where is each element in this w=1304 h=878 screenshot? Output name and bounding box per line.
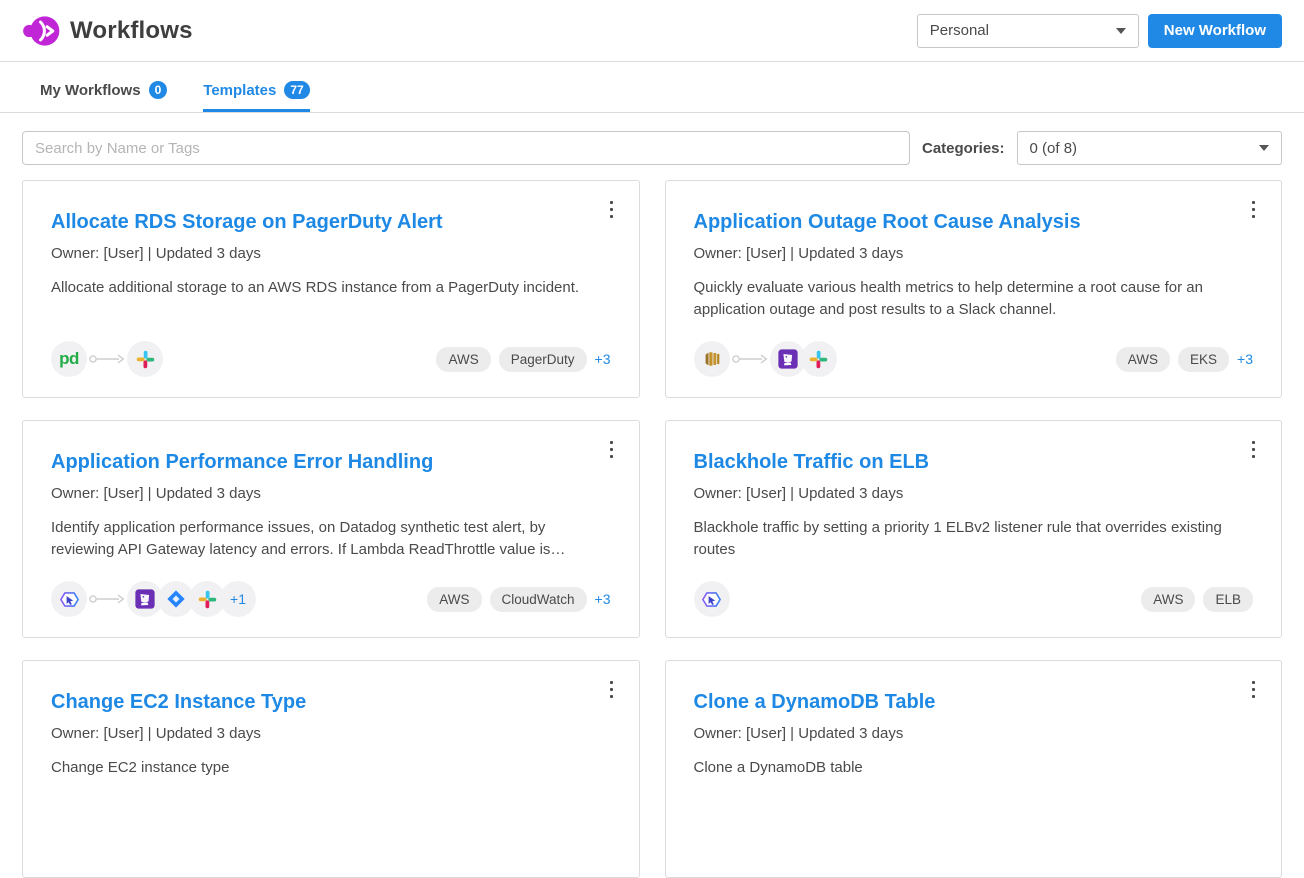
workflow-title-link[interactable]: Change EC2 Instance Type: [51, 691, 306, 713]
tag-pill[interactable]: CloudWatch: [490, 587, 587, 612]
workflow-title-link[interactable]: Clone a DynamoDB Table: [694, 691, 936, 713]
workflow-title-link[interactable]: Application Outage Root Cause Analysis: [694, 211, 1081, 233]
workflow-card-footer: AWS ELB: [694, 581, 1254, 617]
tab-my-workflows[interactable]: My Workflows 0: [40, 81, 167, 112]
workflow-tags: AWS PagerDuty +3: [436, 347, 610, 372]
workspace-dropdown[interactable]: Personal: [917, 14, 1139, 48]
kebab-menu-button[interactable]: [1248, 437, 1259, 462]
page-title: Workflows: [70, 17, 193, 45]
flow-arrow-icon: [88, 592, 126, 606]
workflow-card-footer: AWS EKS +3: [694, 341, 1254, 377]
tab-my-workflows-count-badge: 0: [149, 81, 168, 99]
workflow-card: Blackhole Traffic on ELB Owner: [User] |…: [665, 420, 1283, 638]
workflow-meta: Owner: [User] | Updated 3 days: [51, 725, 611, 742]
tab-my-workflows-label: My Workflows: [40, 82, 141, 99]
filter-bar: Categories: 0 (of 8): [22, 131, 1282, 165]
workspace-dropdown-value: Personal: [930, 22, 989, 39]
workflow-description: Clone a DynamoDB table: [694, 757, 1254, 779]
chevron-down-icon: [1116, 28, 1126, 34]
tag-pill[interactable]: PagerDuty: [499, 347, 587, 372]
manual-trigger-icon: [694, 581, 730, 617]
workflow-step-icons: +1: [51, 581, 256, 617]
slack-icon: [801, 341, 837, 377]
workflow-meta: Owner: [User] | Updated 3 days: [694, 485, 1254, 502]
top-bar: Workflows Personal New Workflow: [0, 0, 1304, 62]
kebab-menu-button[interactable]: [606, 437, 617, 462]
workflow-tags: AWS EKS +3: [1116, 347, 1253, 372]
workflow-step-icons: pd: [51, 341, 163, 377]
search-input[interactable]: [22, 131, 910, 165]
categories-dropdown[interactable]: 0 (of 8): [1017, 131, 1282, 165]
tag-pill[interactable]: ELB: [1203, 587, 1253, 612]
new-workflow-button[interactable]: New Workflow: [1148, 14, 1282, 48]
cloudwatch-icon: [694, 341, 730, 377]
workflow-title-link[interactable]: Blackhole Traffic on ELB: [694, 451, 930, 473]
workflow-card: Application Outage Root Cause Analysis O…: [665, 180, 1283, 398]
chevron-down-icon: [1259, 145, 1269, 151]
workflow-card-footer: pd AWS PagerDuty +3: [51, 341, 611, 377]
tag-pill[interactable]: AWS: [1116, 347, 1170, 372]
tag-pill[interactable]: EKS: [1178, 347, 1229, 372]
workflow-step-icons: [694, 341, 837, 377]
slack-icon: [127, 341, 163, 377]
tag-pill[interactable]: AWS: [436, 347, 490, 372]
workflow-meta: Owner: [User] | Updated 3 days: [51, 485, 611, 502]
extra-steps-badge[interactable]: +1: [220, 581, 256, 617]
more-tags-link[interactable]: +3: [595, 591, 611, 607]
manual-trigger-icon: [51, 581, 87, 617]
workflow-title-link[interactable]: Application Performance Error Handling: [51, 451, 433, 473]
tag-pill[interactable]: AWS: [427, 587, 481, 612]
workflow-description: Allocate additional storage to an AWS RD…: [51, 277, 611, 299]
app-logo-icon: [22, 15, 60, 47]
workflow-card: Application Performance Error Handling O…: [22, 420, 640, 638]
more-tags-link[interactable]: +3: [595, 351, 611, 367]
categories-dropdown-value: 0 (of 8): [1030, 140, 1078, 157]
tab-templates[interactable]: Templates 77: [203, 81, 309, 112]
flow-arrow-icon: [731, 352, 769, 366]
tab-bar: My Workflows 0 Templates 77: [0, 62, 1304, 113]
tab-templates-label: Templates: [203, 82, 276, 99]
pagerduty-icon: pd: [51, 341, 87, 377]
kebab-menu-button[interactable]: [1248, 197, 1259, 222]
workflow-card-grid: Allocate RDS Storage on PagerDuty Alert …: [22, 180, 1282, 878]
tag-pill[interactable]: AWS: [1141, 587, 1195, 612]
workflow-meta: Owner: [User] | Updated 3 days: [694, 245, 1254, 262]
workflow-step-icons: [694, 581, 730, 617]
workflow-meta: Owner: [User] | Updated 3 days: [51, 245, 611, 262]
kebab-menu-button[interactable]: [1248, 677, 1259, 702]
workflow-meta: Owner: [User] | Updated 3 days: [694, 725, 1254, 742]
more-tags-link[interactable]: +3: [1237, 351, 1253, 367]
kebab-menu-button[interactable]: [606, 197, 617, 222]
workflow-tags: AWS CloudWatch +3: [427, 587, 610, 612]
tab-templates-count-badge: 77: [284, 81, 309, 99]
workflow-card: Clone a DynamoDB Table Owner: [User] | U…: [665, 660, 1283, 878]
workflow-tags: AWS ELB: [1141, 587, 1253, 612]
workflow-description: Blackhole traffic by setting a priority …: [694, 517, 1254, 561]
kebab-menu-button[interactable]: [606, 677, 617, 702]
workflow-description: Quickly evaluate various health metrics …: [694, 277, 1254, 321]
categories-label: Categories:: [922, 140, 1005, 157]
workflow-description: Identify application performance issues,…: [51, 517, 611, 561]
workflow-card-footer: +1 AWS CloudWatch +3: [51, 581, 611, 617]
flow-arrow-icon: [88, 352, 126, 366]
workflow-description: Change EC2 instance type: [51, 757, 611, 779]
brand: Workflows: [22, 15, 193, 47]
workflow-title-link[interactable]: Allocate RDS Storage on PagerDuty Alert: [51, 211, 443, 233]
workflow-card: Change EC2 Instance Type Owner: [User] |…: [22, 660, 640, 878]
workflow-card: Allocate RDS Storage on PagerDuty Alert …: [22, 180, 640, 398]
